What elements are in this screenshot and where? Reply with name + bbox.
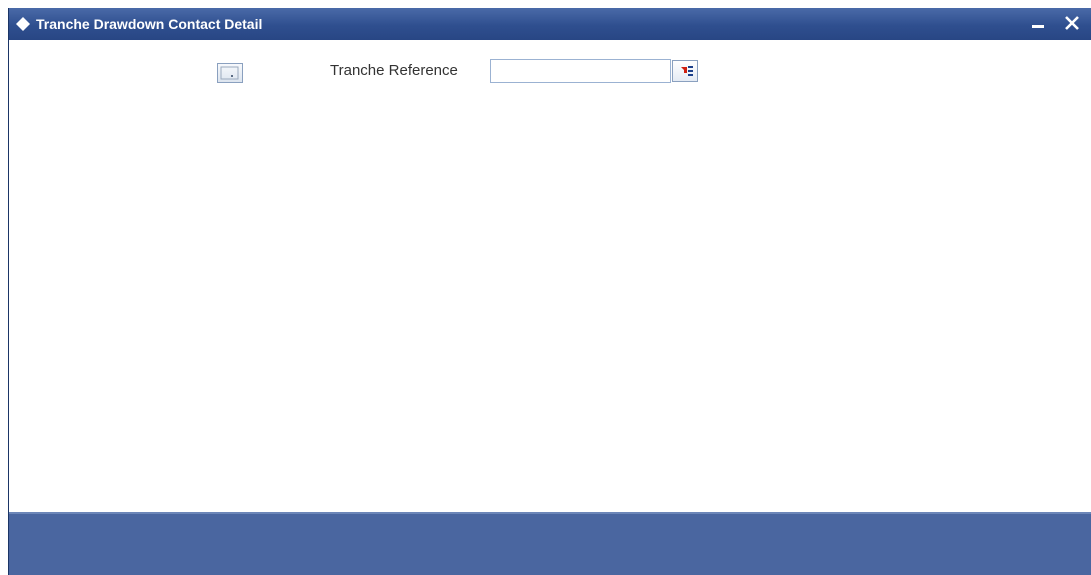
form-area: Tranche Reference (9, 40, 1091, 512)
window-controls (1029, 12, 1081, 34)
tranche-reference-input[interactable] (490, 59, 671, 83)
footer-bar (9, 512, 1091, 575)
diamond-icon (16, 17, 30, 31)
tranche-reference-label: Tranche Reference (330, 62, 458, 79)
window-title: Tranche Drawdown Contact Detail (36, 16, 263, 32)
close-icon (1065, 16, 1079, 30)
tranche-drawdown-contact-detail-window: Tranche Drawdown Contact Detail Tranche … (8, 8, 1091, 575)
minimize-icon (1032, 25, 1044, 28)
close-button[interactable] (1063, 12, 1081, 34)
title-bar[interactable]: Tranche Drawdown Contact Detail (9, 8, 1091, 40)
tranche-reference-lov-button[interactable] (672, 60, 698, 82)
list-of-values-icon (678, 66, 693, 76)
window-icon (220, 66, 239, 80)
minimize-button[interactable] (1029, 12, 1047, 34)
screen-options-button[interactable] (217, 63, 243, 83)
